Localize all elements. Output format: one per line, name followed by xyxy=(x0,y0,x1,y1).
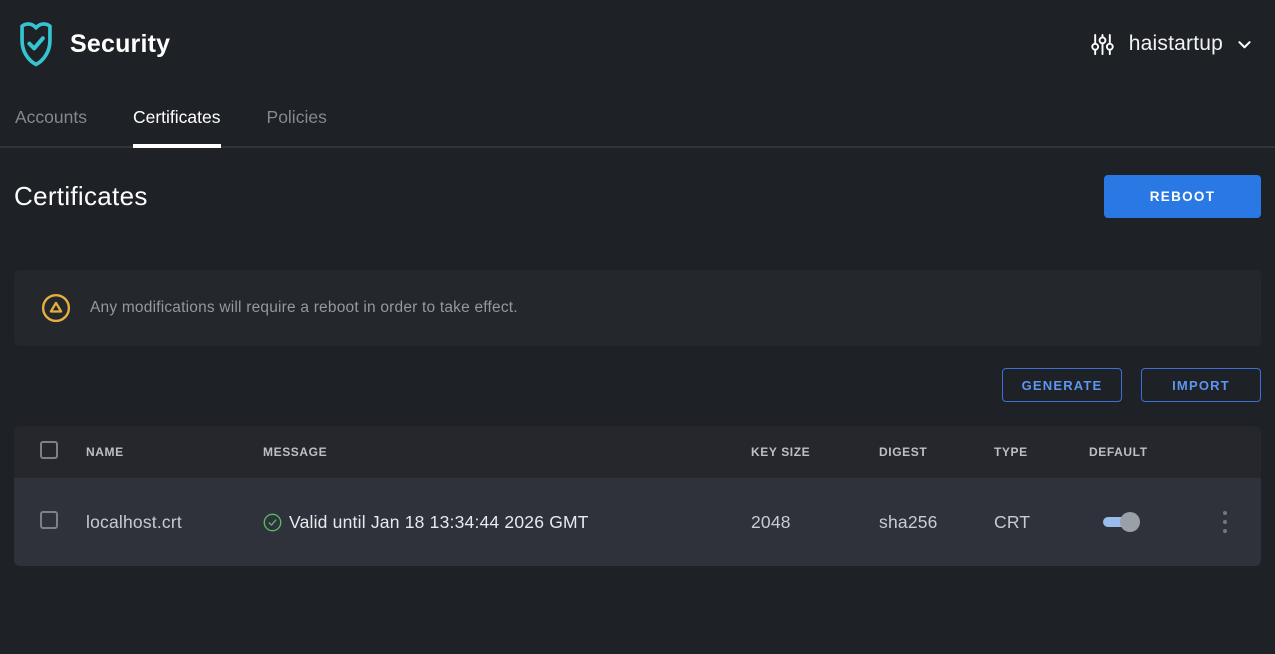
page-title: Certificates xyxy=(14,181,148,212)
banner-message: Any modifications will require a reboot … xyxy=(90,299,518,317)
cert-key-size: 2048 xyxy=(741,512,869,533)
import-button[interactable]: IMPORT xyxy=(1141,368,1261,402)
tab-bar: Accounts Certificates Policies xyxy=(0,88,1275,148)
default-toggle[interactable] xyxy=(1103,512,1140,532)
reboot-button[interactable]: REBOOT xyxy=(1104,175,1261,218)
column-header-default: DEFAULT xyxy=(1079,445,1196,459)
cert-name: localhost.crt xyxy=(76,512,253,533)
table-actions: GENERATE IMPORT xyxy=(14,368,1261,402)
chevron-down-icon xyxy=(1236,36,1253,53)
kebab-menu-icon xyxy=(1223,511,1227,515)
row-menu-button[interactable] xyxy=(1214,509,1236,535)
toggle-knob xyxy=(1120,512,1140,532)
table-header-row: NAME MESSAGE KEY SIZE DIGEST TYPE DEFAUL… xyxy=(14,426,1261,478)
cert-type: CRT xyxy=(984,512,1079,533)
column-header-digest: DIGEST xyxy=(869,445,984,459)
warning-circle-icon xyxy=(41,293,71,323)
check-circle-icon xyxy=(263,513,282,532)
cert-validity-text: Valid until Jan 18 13:34:44 2026 GMT xyxy=(289,512,589,533)
table-row: localhost.crt Valid until Jan 18 13:34:4… xyxy=(14,478,1261,566)
cert-digest: sha256 xyxy=(869,512,984,533)
main-content: Certificates REBOOT Any modifications wi… xyxy=(0,175,1275,566)
app-header: Security haistartup xyxy=(0,0,1275,88)
cert-message: Valid until Jan 18 13:34:44 2026 GMT xyxy=(253,512,741,533)
app-title: Security xyxy=(70,30,170,59)
tab-policies[interactable]: Policies xyxy=(267,88,327,148)
sliders-icon xyxy=(1089,31,1116,58)
brand: Security xyxy=(14,20,170,68)
row-checkbox[interactable] xyxy=(40,511,58,529)
tab-accounts[interactable]: Accounts xyxy=(15,88,87,148)
generate-button[interactable]: GENERATE xyxy=(1002,368,1122,402)
org-name: haistartup xyxy=(1129,32,1223,56)
select-all-checkbox[interactable] xyxy=(40,441,58,459)
column-header-key-size: KEY SIZE xyxy=(741,445,869,459)
reboot-warning-banner: Any modifications will require a reboot … xyxy=(14,270,1261,346)
column-header-name: NAME xyxy=(76,445,253,459)
org-switcher[interactable]: haistartup xyxy=(1089,31,1253,58)
tab-certificates[interactable]: Certificates xyxy=(133,88,221,148)
certificates-table: NAME MESSAGE KEY SIZE DIGEST TYPE DEFAUL… xyxy=(14,426,1261,566)
column-header-message: MESSAGE xyxy=(253,445,741,459)
column-header-type: TYPE xyxy=(984,445,1079,459)
page-head: Certificates REBOOT xyxy=(14,175,1261,218)
shield-check-icon xyxy=(14,20,58,68)
